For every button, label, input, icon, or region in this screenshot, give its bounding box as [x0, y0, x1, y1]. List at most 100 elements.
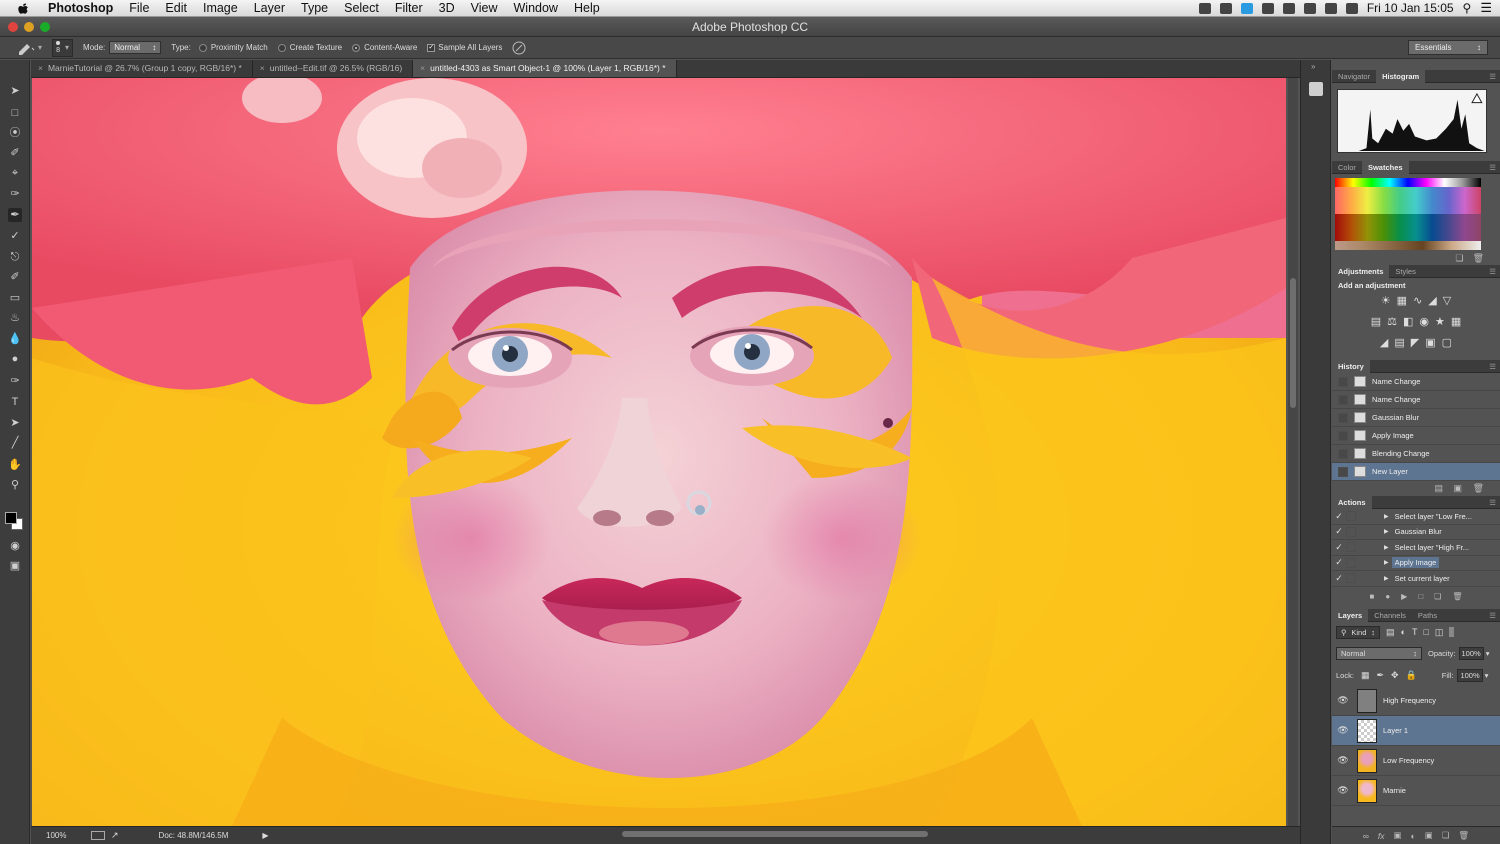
action-toggle-check-icon[interactable]: ✓: [1332, 573, 1346, 584]
delete-state-icon[interactable]: 🗑: [1473, 483, 1484, 493]
apple-icon[interactable]: [16, 1, 30, 15]
color-lookup-icon[interactable]: ▦: [1451, 315, 1461, 328]
new-layer-icon[interactable]: ❏: [1442, 830, 1450, 841]
record-icon[interactable]: ●: [1385, 592, 1390, 601]
invert-icon[interactable]: ◢: [1380, 336, 1388, 349]
action-toggle-check-icon[interactable]: ✓: [1332, 557, 1346, 568]
opacity-input[interactable]: 100%: [1458, 646, 1484, 660]
layer-name[interactable]: High Frequency: [1383, 696, 1436, 705]
line-tool-icon[interactable]: ╱: [8, 436, 22, 450]
app-menu[interactable]: Photoshop: [40, 1, 121, 15]
menu-help[interactable]: Help: [566, 1, 608, 15]
history-brush-tool-icon[interactable]: ✐: [8, 270, 22, 284]
type-tool-icon[interactable]: T: [8, 395, 22, 409]
content-aware-radio[interactable]: [352, 43, 361, 52]
menu-layer[interactable]: Layer: [246, 1, 293, 15]
screen-icon[interactable]: [1261, 2, 1274, 14]
action-toggle-check-icon[interactable]: ✓: [1332, 542, 1346, 553]
posterize-icon[interactable]: ▤: [1394, 336, 1404, 349]
lock-transparency-icon[interactable]: ▦: [1361, 670, 1370, 681]
tab-smart-object[interactable]: × untitled-4303 as Smart Object-1 @ 100% …: [413, 60, 677, 77]
expand-triangle-icon[interactable]: ▶: [1384, 575, 1389, 582]
menu-view[interactable]: View: [463, 1, 506, 15]
fill-input[interactable]: 100%: [1457, 668, 1483, 682]
layer-row[interactable]: 👁 Marnie: [1332, 776, 1500, 806]
action-toggle-check-icon[interactable]: ✓: [1332, 511, 1346, 522]
bluetooth-icon[interactable]: [1282, 2, 1295, 14]
lock-pixels-icon[interactable]: ✒: [1376, 670, 1384, 681]
menu-select[interactable]: Select: [336, 1, 387, 15]
volume-icon[interactable]: [1345, 2, 1358, 14]
gradient-map-icon[interactable]: ▣: [1425, 336, 1435, 349]
panel-menu-icon[interactable]: ☰: [1489, 498, 1500, 507]
photo-filter-icon[interactable]: ◉: [1419, 315, 1429, 328]
tab-marnie-tutorial[interactable]: × MarnieTutorial @ 26.7% (Group 1 copy, R…: [31, 60, 253, 77]
link-layers-icon[interactable]: ∞: [1363, 831, 1369, 841]
eye-icon[interactable]: 👁: [1332, 725, 1354, 736]
threshold-icon[interactable]: ◤: [1411, 336, 1419, 349]
horizontal-scroll-thumb[interactable]: [622, 831, 928, 837]
foreground-color-swatch[interactable]: [5, 512, 17, 524]
eraser-tool-icon[interactable]: ▭: [8, 291, 22, 305]
filter-adjustment-icon[interactable]: ◐: [1401, 627, 1406, 637]
lasso-tool-icon[interactable]: ⦿: [8, 126, 22, 140]
action-item[interactable]: ✓ ▶ Gaussian Blur: [1332, 525, 1500, 540]
curves-icon[interactable]: ∿: [1413, 294, 1422, 307]
delete-action-icon[interactable]: 🗑: [1452, 592, 1462, 601]
layer-row[interactable]: 👁 High Frequency: [1332, 686, 1500, 716]
action-item[interactable]: ✓ ▶ Select layer "High Fr...: [1332, 540, 1500, 556]
eye-icon[interactable]: 👁: [1332, 695, 1354, 706]
expand-triangle-icon[interactable]: ▶: [1384, 513, 1389, 520]
fx-icon[interactable]: fx: [1378, 831, 1385, 841]
expand-triangle-icon[interactable]: ▶: [1384, 528, 1389, 535]
brightness-icon[interactable]: ☀: [1381, 294, 1391, 307]
spot-healing-tool-icon[interactable]: ✒: [8, 208, 22, 222]
channel-mixer-icon[interactable]: ★: [1435, 315, 1445, 328]
tool-preset-picker[interactable]: ▾: [16, 41, 42, 55]
close-tab-icon[interactable]: ×: [38, 63, 43, 73]
lock-all-icon[interactable]: 🔒: [1406, 670, 1417, 681]
opacity-dropdown-icon[interactable]: ▾: [1486, 649, 1490, 658]
tab-swatches[interactable]: Swatches: [1361, 160, 1409, 174]
layer-row[interactable]: 👁 Layer 1: [1332, 716, 1500, 746]
close-tab-icon[interactable]: ×: [420, 63, 425, 73]
new-swatch-icon[interactable]: ❏: [1455, 253, 1463, 263]
layer-name[interactable]: Marnie: [1383, 786, 1406, 795]
panel-menu-icon[interactable]: ☰: [1489, 72, 1500, 81]
menu-edit[interactable]: Edit: [157, 1, 195, 15]
action-dialog-box[interactable]: [1346, 542, 1356, 553]
close-window-button[interactable]: [8, 22, 18, 32]
status-menu-arrow-icon[interactable]: ▶: [262, 831, 268, 840]
menu-type[interactable]: Type: [293, 1, 336, 15]
new-set-icon[interactable]: □: [1418, 592, 1423, 601]
tab-color[interactable]: Color: [1332, 161, 1362, 174]
history-source-box[interactable]: [1338, 466, 1348, 477]
quick-mask-icon[interactable]: ◉: [8, 539, 22, 553]
add-mask-icon[interactable]: ▣: [1394, 830, 1402, 841]
tab-histogram[interactable]: Histogram: [1376, 69, 1426, 83]
exposure-icon[interactable]: ◢: [1428, 294, 1436, 307]
tab-actions[interactable]: Actions: [1332, 495, 1372, 509]
dodge-tool-icon[interactable]: ●: [8, 352, 22, 366]
action-dialog-box[interactable]: [1346, 526, 1356, 537]
blur-tool-icon[interactable]: 💧: [8, 332, 22, 346]
layer-row[interactable]: 👁 Low Frequency: [1332, 746, 1500, 776]
tab-styles[interactable]: Styles: [1389, 265, 1421, 278]
tab-adjustments[interactable]: Adjustments: [1332, 264, 1390, 278]
vertical-scrollbar[interactable]: [1288, 78, 1298, 826]
color-balance-icon[interactable]: ⚖: [1387, 315, 1397, 328]
expand-triangle-icon[interactable]: ▶: [1384, 559, 1389, 566]
proximity-match-radio[interactable]: [198, 43, 207, 52]
time-machine-icon[interactable]: [1303, 2, 1316, 14]
history-source-box[interactable]: [1338, 394, 1348, 405]
filter-toggle-icon[interactable]: [1449, 627, 1455, 637]
menu-filter[interactable]: Filter: [387, 1, 431, 15]
action-item[interactable]: ✓ ▶ Select layer "Low Fre...: [1332, 509, 1500, 525]
swatch-grid[interactable]: [1335, 178, 1481, 250]
filter-shape-icon[interactable]: □: [1423, 627, 1428, 637]
wifi-icon[interactable]: [1324, 2, 1337, 14]
menu-3d[interactable]: 3D: [431, 1, 463, 15]
play-icon[interactable]: ▶: [1401, 592, 1407, 601]
brush-tool-icon[interactable]: ✓: [8, 229, 22, 243]
twitter-icon[interactable]: [1240, 2, 1253, 14]
